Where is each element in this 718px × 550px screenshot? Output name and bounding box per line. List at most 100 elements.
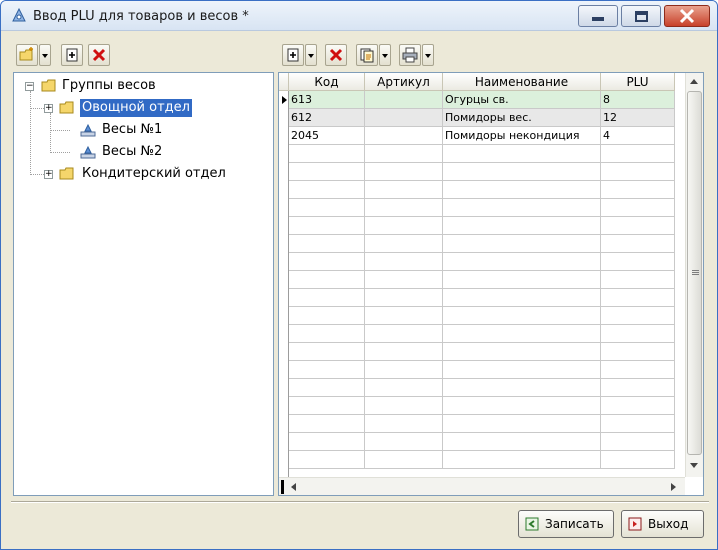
- delete-plu-button[interactable]: [325, 44, 347, 66]
- minimize-button[interactable]: [578, 5, 618, 27]
- empty-cell[interactable]: [443, 145, 601, 163]
- cell-article[interactable]: [365, 91, 443, 109]
- delete-tree-item-button[interactable]: [88, 44, 110, 66]
- empty-cell[interactable]: [443, 451, 601, 469]
- new-group-button[interactable]: [16, 44, 38, 66]
- empty-row[interactable]: [279, 343, 675, 361]
- empty-cell[interactable]: [289, 199, 365, 217]
- empty-row[interactable]: [279, 361, 675, 379]
- tree-item-vegetable-dept[interactable]: + Овощной отдел: [14, 99, 269, 117]
- empty-row[interactable]: [279, 451, 675, 469]
- empty-cell[interactable]: [443, 433, 601, 451]
- empty-cell[interactable]: [365, 307, 443, 325]
- empty-cell[interactable]: [365, 451, 443, 469]
- empty-row[interactable]: [279, 253, 675, 271]
- add-scale-button[interactable]: [61, 44, 83, 66]
- empty-cell[interactable]: [443, 289, 601, 307]
- scroll-left-icon[interactable]: [291, 483, 296, 491]
- empty-cell[interactable]: [601, 325, 675, 343]
- plu-grid[interactable]: Код Артикул Наименование PLU 613 Огурцы …: [278, 72, 704, 496]
- empty-row[interactable]: [279, 181, 675, 199]
- empty-cell[interactable]: [601, 433, 675, 451]
- groups-tree[interactable]: − Группы весов + Овощной отдел Весы №1 В…: [13, 72, 274, 496]
- empty-row[interactable]: [279, 217, 675, 235]
- empty-cell[interactable]: [289, 433, 365, 451]
- empty-cell[interactable]: [443, 235, 601, 253]
- add-plu-dropdown[interactable]: [305, 44, 317, 66]
- empty-cell[interactable]: [365, 361, 443, 379]
- empty-cell[interactable]: [443, 379, 601, 397]
- empty-row[interactable]: [279, 235, 675, 253]
- empty-cell[interactable]: [289, 343, 365, 361]
- empty-cell[interactable]: [601, 307, 675, 325]
- expand-icon[interactable]: +: [44, 170, 53, 179]
- empty-cell[interactable]: [443, 163, 601, 181]
- empty-cell[interactable]: [601, 415, 675, 433]
- title-bar[interactable]: Ввод PLU для товаров и весов *: [1, 1, 717, 31]
- empty-cell[interactable]: [601, 181, 675, 199]
- column-header-code[interactable]: Код: [289, 73, 365, 91]
- empty-cell[interactable]: [365, 271, 443, 289]
- empty-cell[interactable]: [365, 289, 443, 307]
- empty-cell[interactable]: [365, 325, 443, 343]
- tree-item-confectionery-dept[interactable]: + Кондитерский отдел: [14, 165, 269, 183]
- cell-plu[interactable]: 8: [601, 91, 675, 109]
- empty-cell[interactable]: [443, 217, 601, 235]
- tree-root[interactable]: − Группы весов: [14, 77, 269, 95]
- cell-name[interactable]: Помидоры некондиция: [443, 127, 601, 145]
- maximize-button[interactable]: [621, 5, 661, 27]
- empty-cell[interactable]: [289, 397, 365, 415]
- empty-cell[interactable]: [365, 415, 443, 433]
- print-button[interactable]: [399, 44, 421, 66]
- empty-row[interactable]: [279, 145, 675, 163]
- empty-cell[interactable]: [365, 433, 443, 451]
- cell-name[interactable]: Помидоры вес.: [443, 109, 601, 127]
- empty-cell[interactable]: [601, 289, 675, 307]
- save-button[interactable]: Записать: [518, 510, 614, 538]
- scrollbar-thumb[interactable]: [687, 91, 702, 455]
- empty-row[interactable]: [279, 379, 675, 397]
- cell-article[interactable]: [365, 127, 443, 145]
- empty-row[interactable]: [279, 307, 675, 325]
- table-row[interactable]: 2045 Помидоры некондиция 4: [279, 127, 675, 145]
- empty-cell[interactable]: [443, 415, 601, 433]
- empty-row[interactable]: [279, 325, 675, 343]
- empty-cell[interactable]: [443, 253, 601, 271]
- empty-row[interactable]: [279, 271, 675, 289]
- empty-cell[interactable]: [289, 361, 365, 379]
- empty-cell[interactable]: [443, 199, 601, 217]
- empty-cell[interactable]: [289, 181, 365, 199]
- expand-icon[interactable]: +: [44, 104, 53, 113]
- empty-cell[interactable]: [601, 145, 675, 163]
- empty-cell[interactable]: [443, 325, 601, 343]
- cell-code[interactable]: 613: [289, 91, 365, 109]
- empty-cell[interactable]: [289, 451, 365, 469]
- table-row[interactable]: 612 Помидоры вес. 12: [279, 109, 675, 127]
- copy-plu-dropdown[interactable]: [379, 44, 391, 66]
- empty-cell[interactable]: [601, 343, 675, 361]
- column-header-name[interactable]: Наименование: [443, 73, 601, 91]
- empty-cell[interactable]: [289, 145, 365, 163]
- new-group-dropdown[interactable]: [39, 44, 51, 66]
- empty-cell[interactable]: [365, 217, 443, 235]
- empty-cell[interactable]: [289, 217, 365, 235]
- empty-cell[interactable]: [365, 343, 443, 361]
- cell-code[interactable]: 612: [289, 109, 365, 127]
- empty-cell[interactable]: [601, 199, 675, 217]
- empty-cell[interactable]: [289, 271, 365, 289]
- empty-cell[interactable]: [601, 361, 675, 379]
- column-header-plu[interactable]: PLU: [601, 73, 675, 91]
- empty-cell[interactable]: [365, 397, 443, 415]
- empty-cell[interactable]: [289, 307, 365, 325]
- empty-cell[interactable]: [601, 163, 675, 181]
- empty-cell[interactable]: [601, 379, 675, 397]
- print-dropdown[interactable]: [422, 44, 434, 66]
- empty-cell[interactable]: [289, 325, 365, 343]
- horizontal-scrollbar[interactable]: [279, 477, 685, 495]
- column-header-article[interactable]: Артикул: [365, 73, 443, 91]
- empty-row[interactable]: [279, 397, 675, 415]
- cell-plu[interactable]: 4: [601, 127, 675, 145]
- empty-cell[interactable]: [289, 289, 365, 307]
- empty-cell[interactable]: [365, 181, 443, 199]
- empty-row[interactable]: [279, 415, 675, 433]
